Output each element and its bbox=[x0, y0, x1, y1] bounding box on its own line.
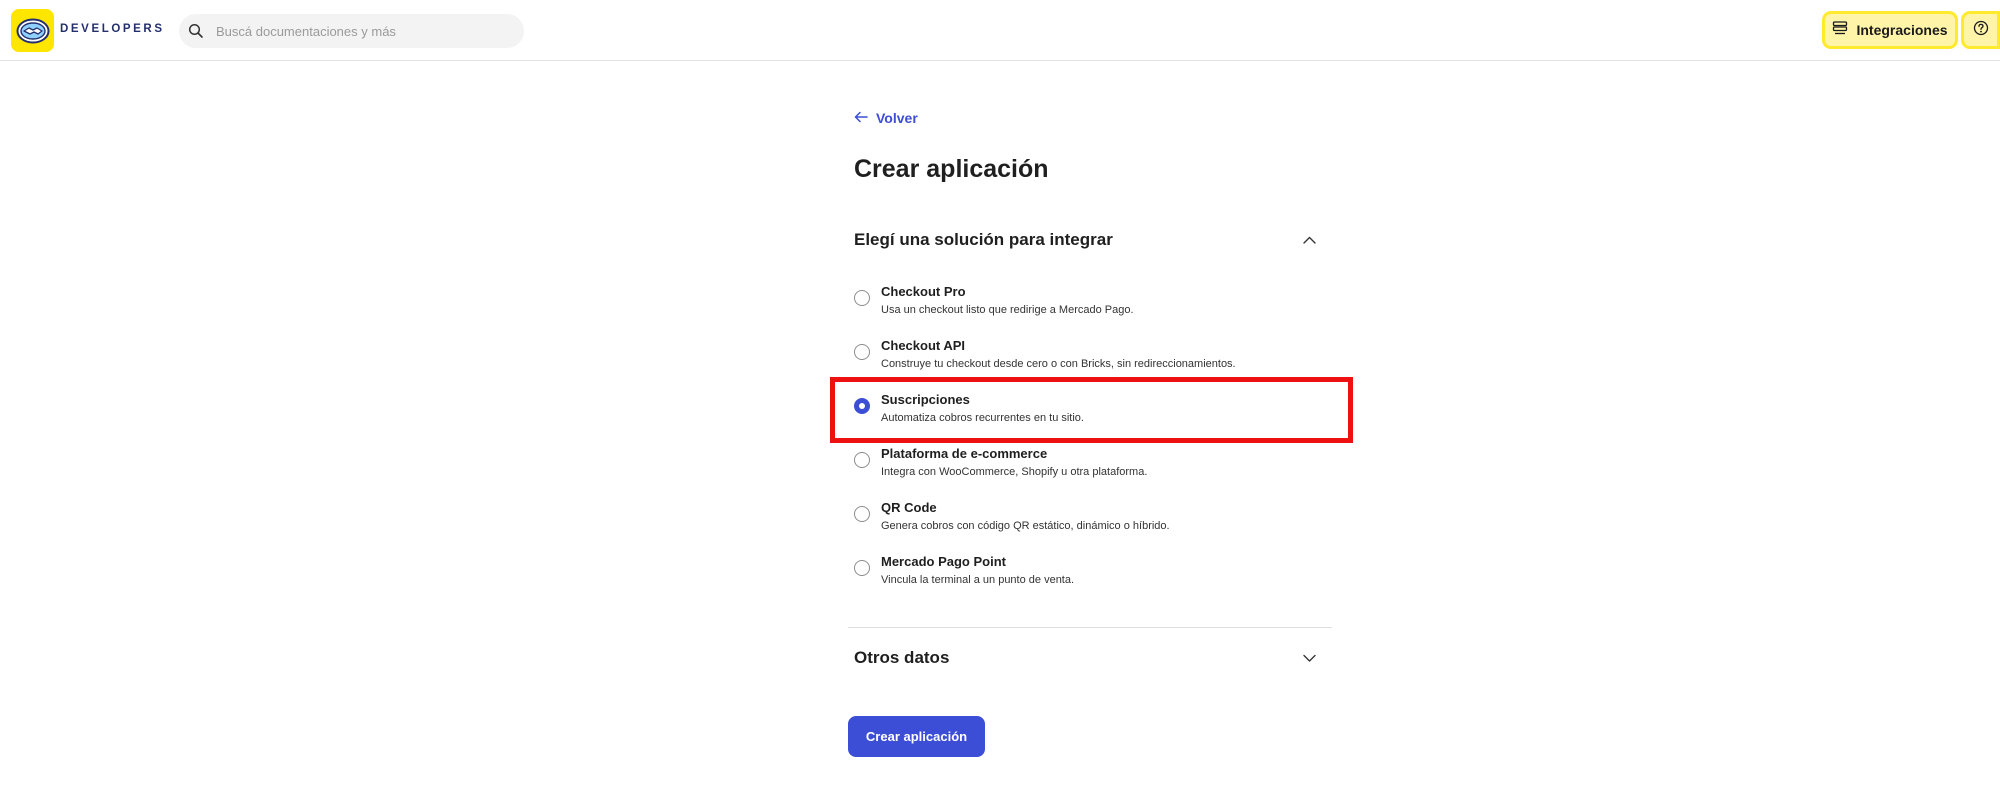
option-mercado-pago-point[interactable]: Mercado Pago Point Vincula la terminal a… bbox=[854, 553, 1334, 601]
other-section-toggle[interactable]: Otros datos bbox=[854, 642, 1324, 674]
option-description: Integra con WooCommerce, Shopify u otra … bbox=[881, 466, 1148, 478]
radio-button[interactable] bbox=[854, 560, 870, 576]
search-input[interactable] bbox=[214, 22, 518, 40]
chevron-up-icon bbox=[1303, 236, 1316, 244]
solution-section-toggle[interactable]: Elegí una solución para integrar bbox=[854, 224, 1324, 256]
option-description: Automatiza cobros recurrentes en tu siti… bbox=[881, 412, 1084, 424]
integraciones-button[interactable]: Integraciones bbox=[1822, 11, 1958, 49]
mercado-pago-logo[interactable] bbox=[11, 9, 54, 52]
chevron-down-icon bbox=[1303, 654, 1316, 662]
option-description: Construye tu checkout desde cero o con B… bbox=[881, 358, 1236, 370]
option-title: Suscripciones bbox=[881, 392, 970, 407]
radio-button[interactable] bbox=[854, 452, 870, 468]
question-icon bbox=[1973, 20, 1989, 41]
option-title: QR Code bbox=[881, 500, 937, 515]
option-title: Plataforma de e-commerce bbox=[881, 446, 1048, 461]
back-label: Volver bbox=[876, 110, 918, 126]
handshake-logo-icon bbox=[16, 18, 49, 43]
option-checkout-api[interactable]: Checkout API Construye tu checkout desde… bbox=[854, 337, 1334, 385]
option-description: Usa un checkout listo que redirige a Mer… bbox=[881, 304, 1134, 316]
search-icon bbox=[188, 23, 204, 39]
arrow-left-icon bbox=[854, 110, 868, 126]
create-application-button[interactable]: Crear aplicación bbox=[848, 716, 985, 757]
option-description: Genera cobros con código QR estático, di… bbox=[881, 520, 1170, 532]
search-bar[interactable] bbox=[179, 14, 524, 48]
radio-button[interactable] bbox=[854, 344, 870, 360]
radio-button[interactable] bbox=[854, 506, 870, 522]
option-qr-code[interactable]: QR Code Genera cobros con código QR está… bbox=[854, 499, 1334, 547]
radio-button-selected[interactable] bbox=[854, 398, 870, 414]
section-divider bbox=[848, 627, 1332, 628]
page-title: Crear aplicación bbox=[854, 155, 1049, 183]
option-title: Checkout Pro bbox=[881, 284, 966, 299]
back-link[interactable]: Volver bbox=[854, 110, 918, 126]
solution-section-label: Elegí una solución para integrar bbox=[854, 230, 1113, 249]
stack-icon bbox=[1832, 21, 1848, 39]
option-title: Mercado Pago Point bbox=[881, 554, 1006, 569]
integraciones-label: Integraciones bbox=[1856, 22, 1948, 38]
option-description: Vincula la terminal a un punto de venta. bbox=[881, 574, 1075, 586]
option-checkout-pro[interactable]: Checkout Pro Usa un checkout listo que r… bbox=[854, 283, 1334, 331]
option-title: Checkout API bbox=[881, 338, 966, 353]
brand-name: DEVELOPERS bbox=[60, 23, 165, 35]
option-suscripciones[interactable]: Suscripciones Automatiza cobros recurren… bbox=[854, 391, 1334, 439]
radio-button[interactable] bbox=[854, 290, 870, 306]
top-header: DEVELOPERS Integraciones bbox=[0, 0, 2000, 61]
other-section-label: Otros datos bbox=[854, 648, 950, 667]
option-ecommerce-platform[interactable]: Plataforma de e-commerce Integra con Woo… bbox=[854, 445, 1334, 493]
help-button[interactable] bbox=[1961, 11, 2000, 49]
